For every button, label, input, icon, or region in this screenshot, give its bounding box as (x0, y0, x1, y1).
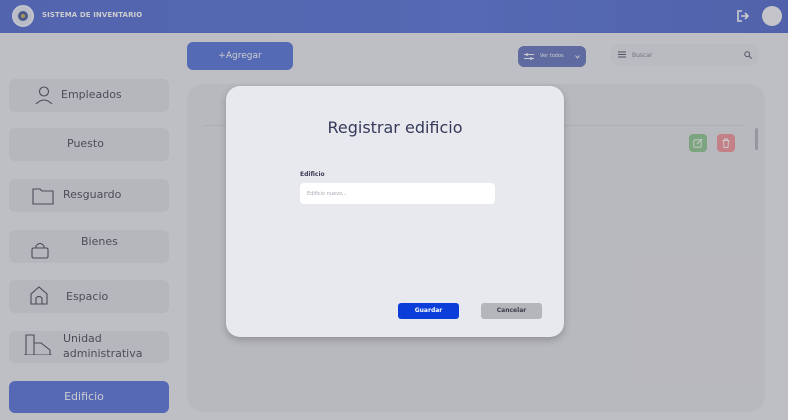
building-field-label: Edificio (300, 171, 325, 178)
modal-title: Registrar edificio (327, 118, 463, 137)
save-button[interactable]: Guardar (398, 303, 459, 319)
building-name-input[interactable] (300, 183, 495, 204)
cancel-button[interactable]: Cancelar (481, 303, 542, 319)
register-building-modal: Registrar edificio Edificio Guardar Canc… (226, 86, 564, 337)
